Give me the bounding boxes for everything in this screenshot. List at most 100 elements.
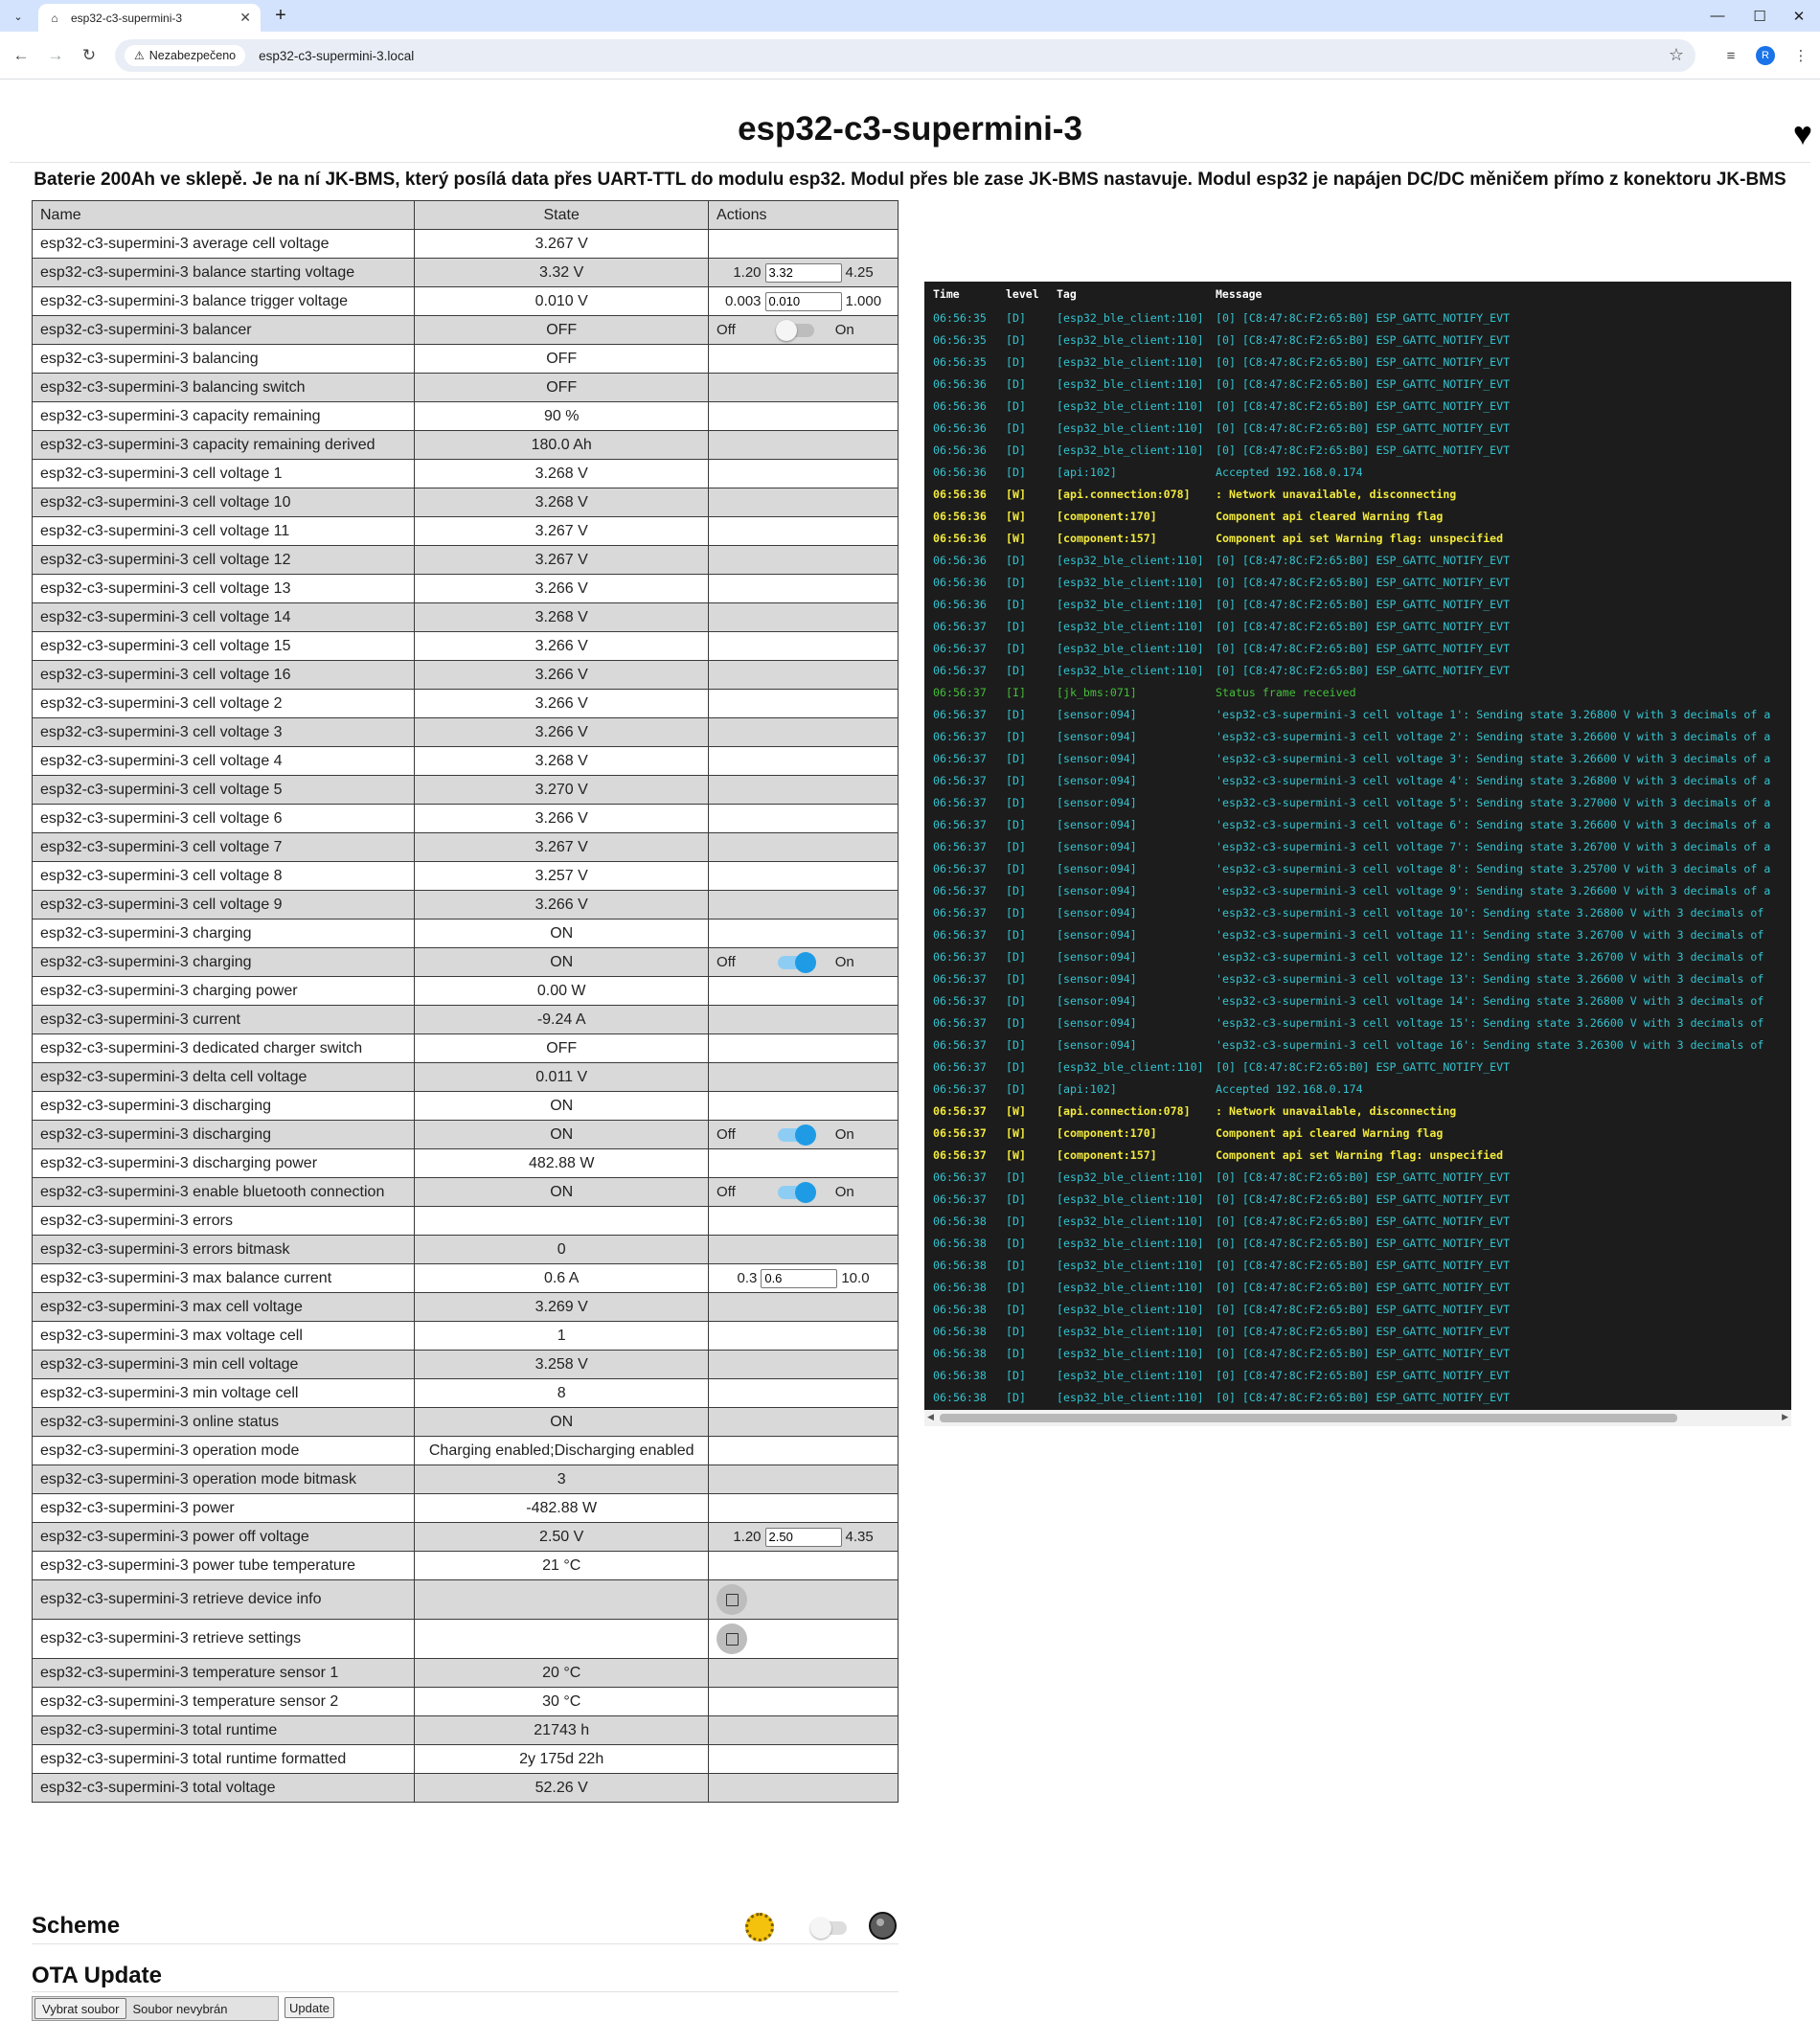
entity-state: 0.011 V	[414, 1062, 710, 1092]
log-message: [0] [C8:47:8C:F2:65:B0] ESP_GATTC_NOTIFY…	[1216, 553, 1511, 567]
browser-tab[interactable]: ⌂ esp32-c3-supermini-3 ✕	[38, 4, 261, 32]
number-control: 0.003 1.000	[715, 291, 892, 311]
log-time: 06:56:37	[933, 1037, 987, 1052]
scroll-right-arrow-icon[interactable]: ▶	[1782, 1412, 1788, 1422]
log-level: [D]	[1006, 751, 1026, 765]
log-message: [0] [C8:47:8C:F2:65:B0] ESP_GATTC_NOTIFY…	[1216, 376, 1511, 391]
toggle-switch[interactable]	[777, 951, 816, 973]
minimize-button[interactable]: —	[1696, 0, 1739, 32]
reload-icon[interactable]: ↻	[78, 44, 101, 67]
maximize-button[interactable]: ☐	[1739, 0, 1781, 32]
bookmark-star-icon[interactable]: ☆	[1669, 45, 1684, 65]
log-time: 06:56:37	[933, 1169, 987, 1184]
log-message: [0] [C8:47:8C:F2:65:B0] ESP_GATTC_NOTIFY…	[1216, 619, 1511, 633]
entity-name: esp32-c3-supermini-3 total runtime forma…	[31, 1744, 416, 1774]
log-message: 'esp32-c3-supermini-3 cell voltage 6': S…	[1216, 817, 1771, 831]
log-tag: [component:170]	[1057, 1125, 1157, 1140]
choose-file-button[interactable]: Vybrat soubor	[34, 1998, 127, 2019]
close-window-button[interactable]: ✕	[1778, 0, 1820, 32]
back-arrow-icon[interactable]: ←	[10, 44, 33, 67]
log-tag: [esp32_ble_client:110]	[1057, 597, 1204, 611]
log-level: [D]	[1006, 949, 1026, 964]
log-message: [0] [C8:47:8C:F2:65:B0] ESP_GATTC_NOTIFY…	[1216, 641, 1511, 655]
tab-close-icon[interactable]: ✕	[239, 10, 251, 26]
press-button[interactable]	[717, 1584, 748, 1615]
table-row: esp32-c3-supermini-3 cell voltage 14 3.26…	[31, 602, 899, 632]
log-line: 06:56:36 [D] [esp32_ble_client:110] [0] [C8…	[924, 395, 1791, 417]
number-min: 0.003	[724, 293, 762, 309]
entity-name: esp32-c3-supermini-3 balancer	[31, 315, 416, 345]
table-row: esp32-c3-supermini-3 total runtime 21743 …	[31, 1715, 899, 1745]
log-message: Status frame received	[1216, 685, 1356, 699]
log-tag: [esp32_ble_client:110]	[1057, 376, 1204, 391]
page-description: Baterie 200Ah ve sklepě. Je na ní JK-BMS…	[34, 170, 1786, 190]
log-level: [D]	[1006, 1169, 1026, 1184]
entity-actions	[708, 1407, 899, 1437]
toggle-switch[interactable]	[777, 1181, 816, 1203]
entity-name: esp32-c3-supermini-3 balancing switch	[31, 373, 416, 402]
update-button[interactable]: Update	[284, 1997, 334, 2018]
log-time: 06:56:38	[933, 1302, 987, 1316]
log-tag: [sensor:094]	[1057, 1015, 1137, 1030]
log-level: [D]	[1006, 1037, 1026, 1052]
press-button[interactable]	[717, 1624, 748, 1654]
entity-state: 21743 h	[414, 1715, 710, 1745]
table-row: esp32-c3-supermini-3 balance trigger vol…	[31, 286, 899, 316]
log-message: 'esp32-c3-supermini-3 cell voltage 14': …	[1216, 993, 1764, 1008]
log-level: [D]	[1006, 1236, 1026, 1250]
log-line: 06:56:37 [D] [sensor:094] 'esp32-c3-supermi…	[924, 725, 1791, 747]
log-message: : Network unavailable, disconnecting	[1216, 487, 1457, 501]
tab-search-dropdown-icon[interactable]: ⌄	[8, 6, 29, 27]
entity-name: esp32-c3-supermini-3 cell voltage 11	[31, 516, 416, 546]
log-level: [D]	[1006, 927, 1026, 942]
entity-name: esp32-c3-supermini-3 cell voltage 15	[31, 631, 416, 661]
log-message: [0] [C8:47:8C:F2:65:B0] ESP_GATTC_NOTIFY…	[1216, 575, 1511, 589]
log-tag: [esp32_ble_client:110]	[1057, 443, 1204, 457]
log-line: 06:56:36 [W] [component:157] Component api …	[924, 527, 1791, 549]
table-header-row: Name State Actions	[31, 200, 899, 230]
entity-name: esp32-c3-supermini-3 cell voltage 9	[31, 890, 416, 920]
table-row: esp32-c3-supermini-3 capacity remaining …	[31, 430, 899, 460]
number-input[interactable]	[764, 262, 842, 283]
switch-on-label: On	[834, 1184, 854, 1200]
log-line: 06:56:36 [W] [api.connection:078]: Network…	[924, 483, 1791, 505]
toggle-switch[interactable]	[775, 319, 814, 341]
security-chip[interactable]: ⚠ Nezabezpečeno	[125, 45, 246, 66]
log-header-message: Message	[1216, 287, 1263, 301]
entity-actions	[708, 401, 899, 431]
table-row: esp32-c3-supermini-3 temperature sensor …	[31, 1687, 899, 1716]
toggle-switch[interactable]	[777, 1124, 816, 1146]
log-level: [D]	[1006, 861, 1026, 875]
log-horizontal-scrollbar[interactable]: ◀ ▶	[924, 1410, 1791, 1426]
address-bar[interactable]: ⚠ Nezabezpečeno esp32-c3-supermini-3.loc…	[115, 39, 1695, 72]
number-input[interactable]	[764, 291, 842, 311]
log-time: 06:56:36	[933, 465, 987, 479]
log-message: [0] [C8:47:8C:F2:65:B0] ESP_GATTC_NOTIFY…	[1216, 310, 1511, 325]
log-level: [W]	[1006, 487, 1026, 501]
entity-name: esp32-c3-supermini-3 cell voltage 1	[31, 459, 416, 488]
log-line: 06:56:35 [D] [esp32_ble_client:110] [0] [C8…	[924, 307, 1791, 329]
log-header-time: Time	[933, 287, 960, 301]
entity-actions	[708, 344, 899, 374]
media-controls-icon[interactable]: ≡	[1719, 44, 1742, 67]
log-line: 06:56:37 [D] [sensor:094] 'esp32-c3-supermi…	[924, 967, 1791, 989]
forward-arrow-icon[interactable]: →	[44, 44, 67, 67]
new-tab-button[interactable]: +	[270, 5, 291, 26]
number-input[interactable]	[764, 1527, 842, 1547]
table-row: esp32-c3-supermini-3 capacity remaining 9…	[31, 401, 899, 431]
entity-state: 482.88 W	[414, 1148, 710, 1178]
number-input[interactable]	[761, 1268, 838, 1288]
scrollbar-thumb[interactable]	[940, 1414, 1677, 1422]
browser-toolbar: ← → ↻ ⚠ Nezabezpečeno esp32-c3-supermini…	[0, 32, 1820, 79]
table-row: esp32-c3-supermini-3 dedicated charger s…	[31, 1033, 899, 1063]
table-row: esp32-c3-supermini-3 power off voltage 2.…	[31, 1522, 899, 1552]
scroll-left-arrow-icon[interactable]: ◀	[927, 1412, 934, 1422]
entity-state: 3.267 V	[414, 516, 710, 546]
entity-actions	[708, 1148, 899, 1178]
profile-avatar[interactable]: R	[1756, 46, 1775, 65]
file-input[interactable]: Vybrat soubor Soubor nevybrán	[32, 1996, 279, 2021]
entity-state: ON	[414, 919, 710, 948]
browser-menu-icon[interactable]: ⋮	[1789, 44, 1812, 67]
scheme-toggle[interactable]	[810, 1918, 847, 1939]
switch-on-label: On	[834, 1126, 854, 1143]
